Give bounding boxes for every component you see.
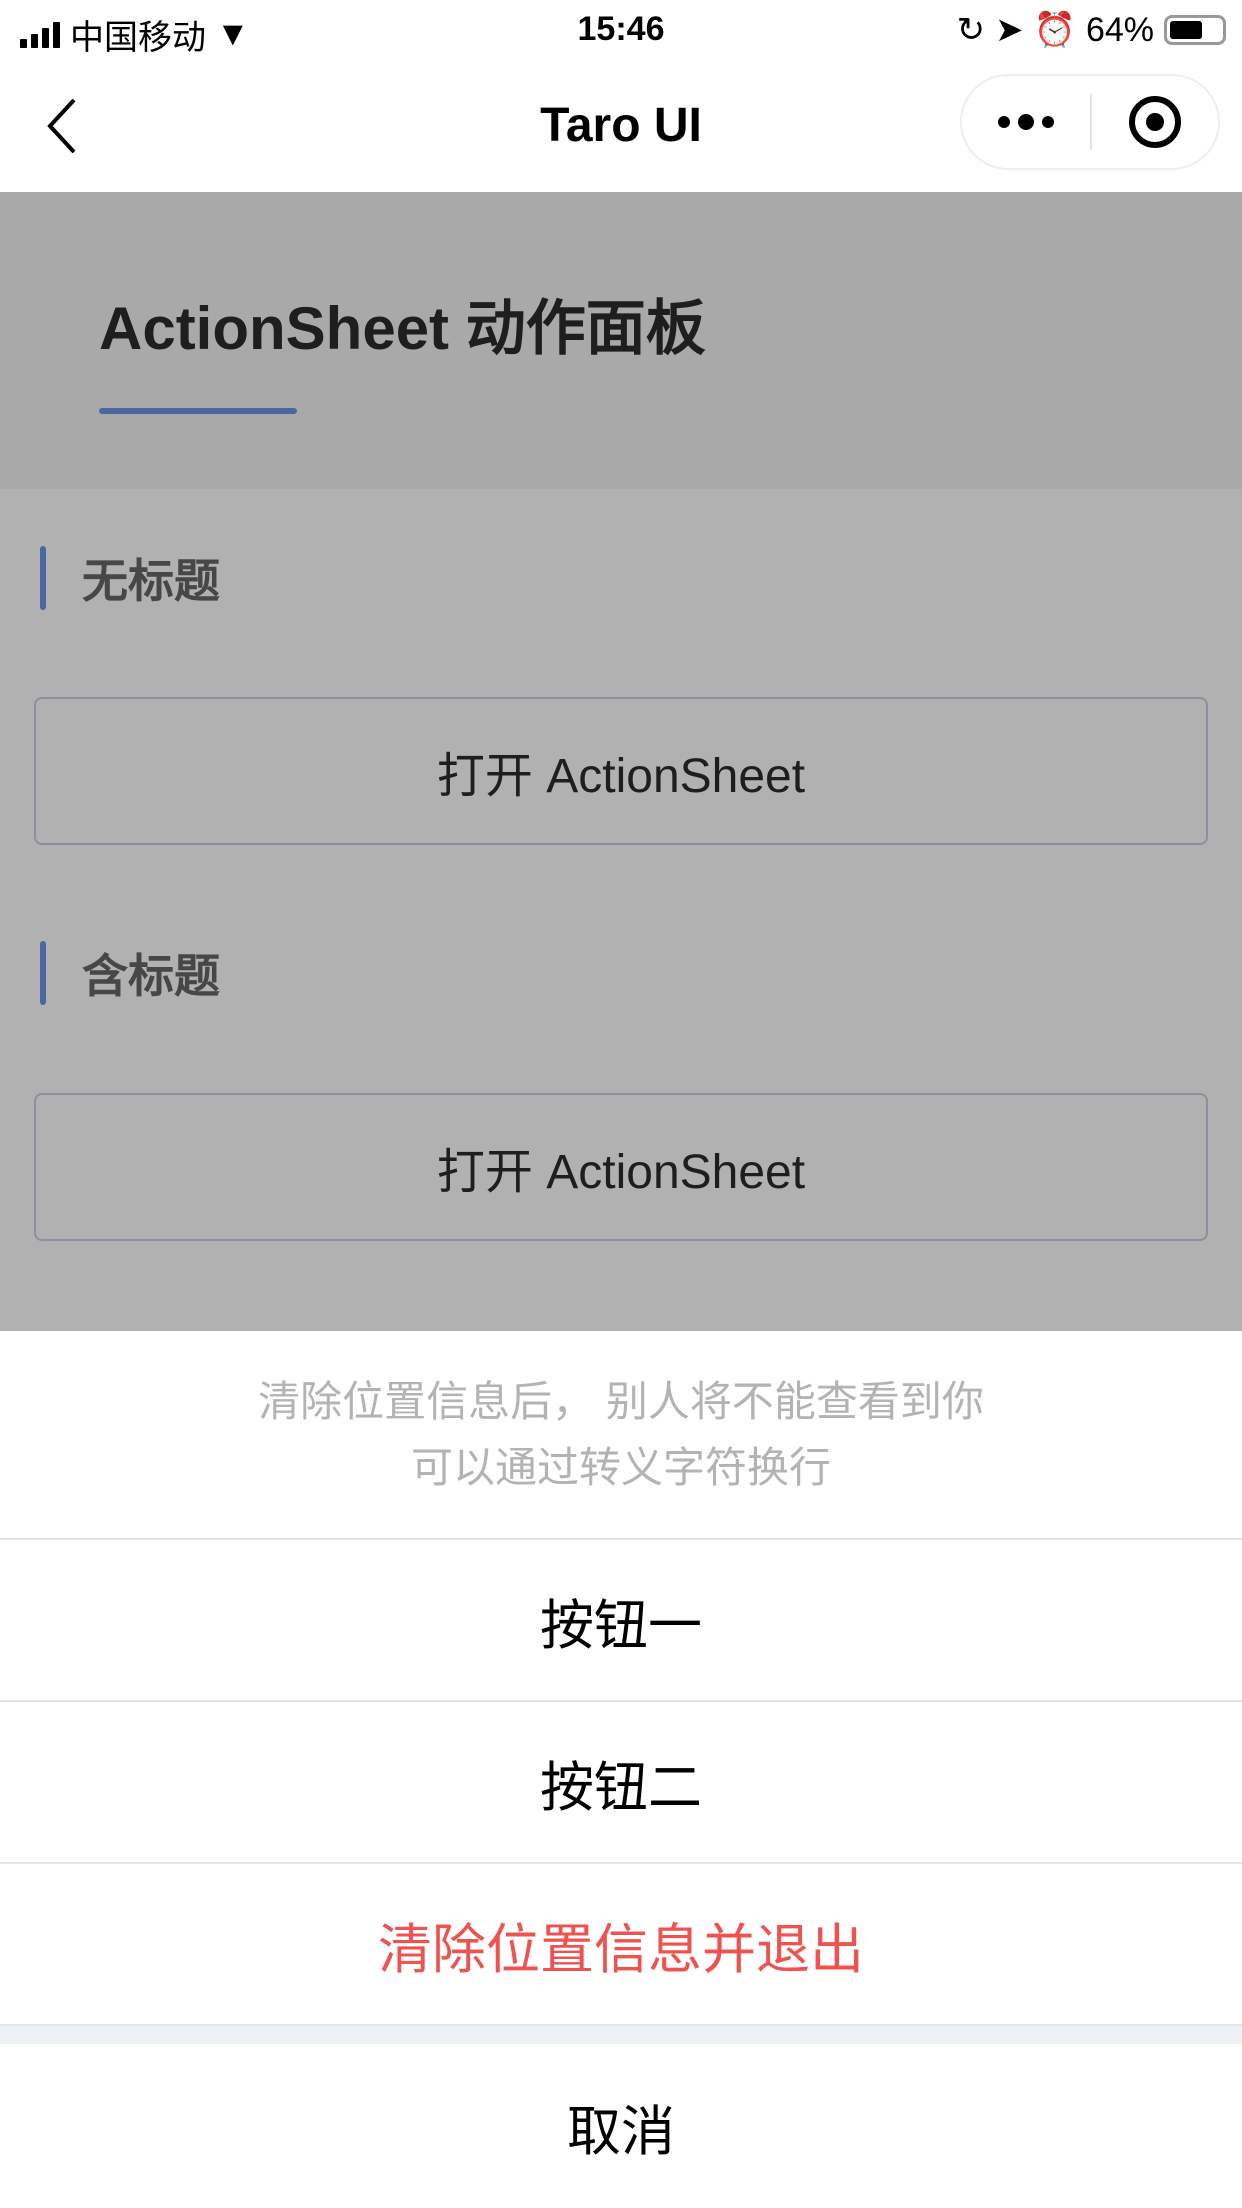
alarm-icon: ⏰ (1033, 11, 1076, 49)
clear-location-exit-item[interactable]: 清除位置信息并退出 (0, 1864, 1242, 2026)
title-line: 可以通过转义字符换行 (410, 1443, 831, 1491)
open-actionsheet-with-title-button[interactable]: 打开 ActionSheet (34, 1093, 1208, 1241)
title-line: 清除位置信息后， 别人将不能查看到你 (258, 1377, 984, 1425)
location-icon: ➤ (995, 11, 1024, 49)
status-bar: 中国移动 ▼ 15:46 ↻ ➤ ⏰ 64% (0, 0, 1242, 62)
nav-bar: Taro UI (0, 62, 1242, 192)
rotation-lock-icon: ↻ (956, 11, 986, 49)
action-sheet-title: 清除位置信息后， 别人将不能查看到你 可以通过转义字符换行 (0, 1331, 1242, 1540)
action-item-1[interactable]: 按钮一 (0, 1540, 1242, 1702)
page-title: ActionSheet 动作面板 (99, 295, 706, 362)
section-title: 无标题 (40, 546, 220, 610)
section-label: 无标题 (82, 555, 220, 607)
title-underline (99, 408, 297, 414)
close-miniprogram-icon[interactable] (1092, 96, 1218, 148)
capsule-menu (960, 74, 1220, 170)
battery-percent: 64% (1085, 10, 1154, 49)
page-header: ActionSheet 动作面板 (0, 192, 1242, 489)
action-sheet: 清除位置信息后， 别人将不能查看到你 可以通过转义字符换行 按钮一 按钮二 清除… (0, 1331, 1242, 2208)
cancel-button[interactable]: 取消 (0, 2044, 1242, 2208)
action-item-2[interactable]: 按钮二 (0, 1702, 1242, 1864)
more-icon[interactable] (962, 114, 1090, 130)
divider (0, 2026, 1242, 2044)
open-actionsheet-button[interactable]: 打开 ActionSheet (34, 697, 1208, 845)
section-label: 含标题 (82, 950, 220, 1002)
section-title: 含标题 (40, 941, 220, 1005)
battery-icon (1164, 15, 1226, 45)
